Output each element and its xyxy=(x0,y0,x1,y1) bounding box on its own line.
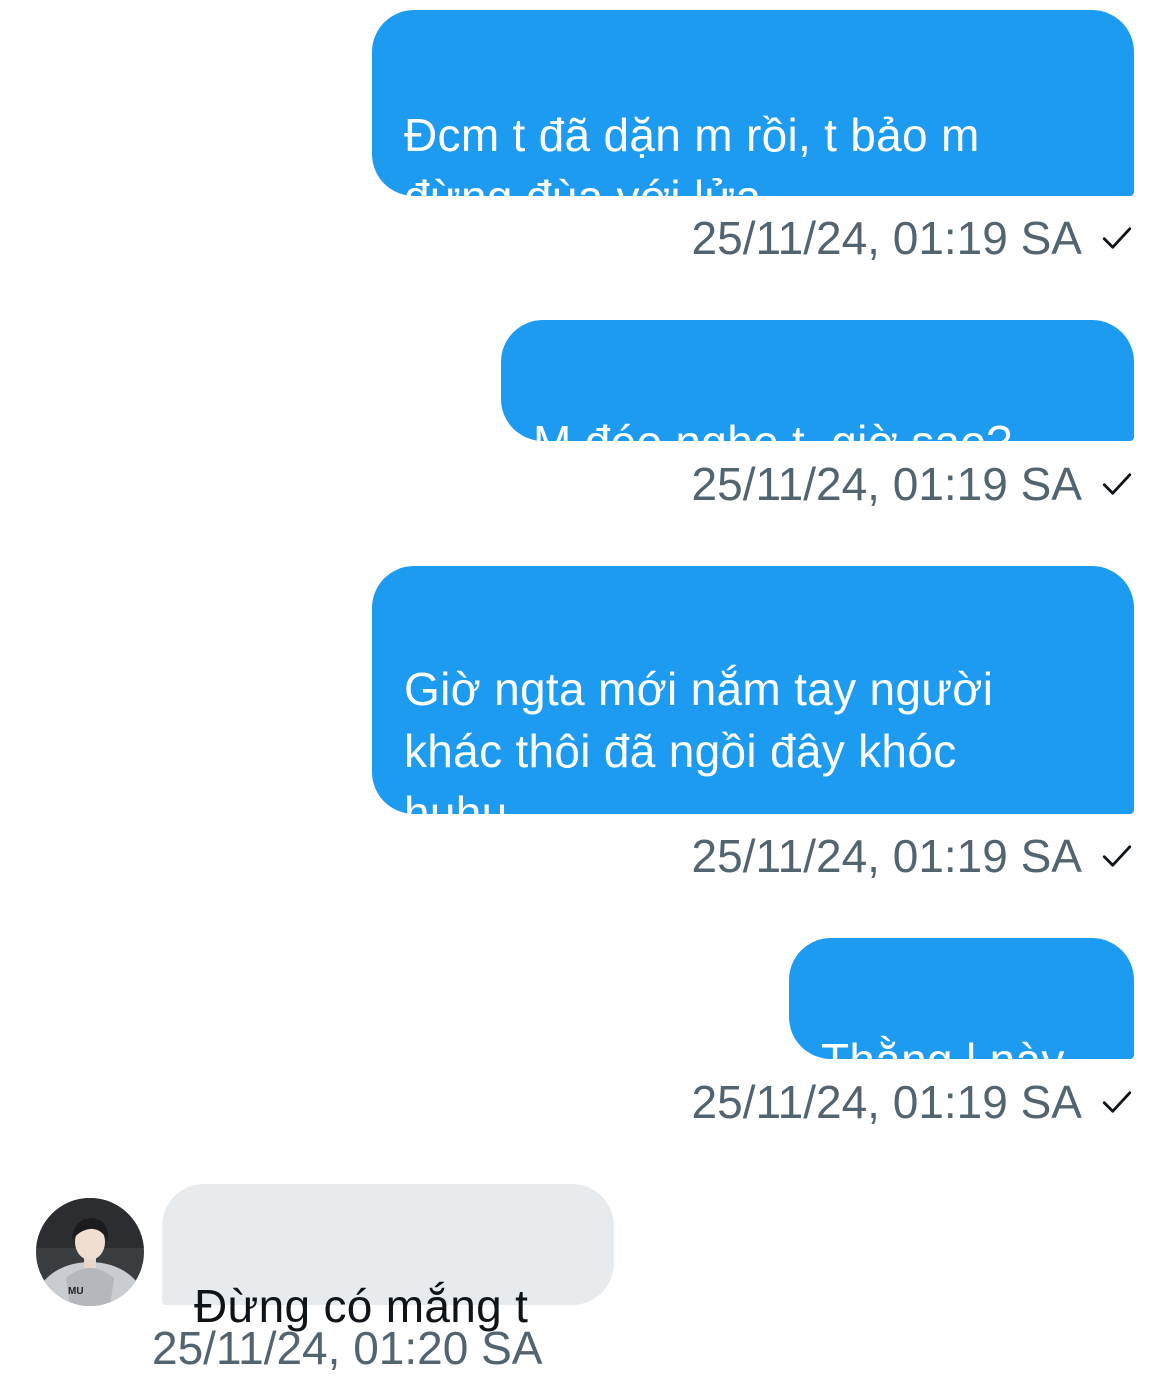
message-bubble-outgoing[interactable]: M đéo nghe t, giờ sao? xyxy=(501,320,1134,468)
timestamp-text: 25/11/24, 01:19 SA xyxy=(691,830,1082,882)
message-text: Đcm t đã dặn m rồi, t bảo m đừng đùa với… xyxy=(404,109,980,223)
message-timestamp: 25/11/24, 01:20 SA xyxy=(152,1322,542,1374)
message-text: Giờ ngta mới nắm tay người khác thôi đã … xyxy=(404,663,994,839)
timestamp-text: 25/11/24, 01:19 SA xyxy=(691,212,1082,264)
message-bubble-outgoing[interactable]: Thằng l này xyxy=(789,938,1134,1086)
timestamp-text: 25/11/24, 01:20 SA xyxy=(152,1322,543,1374)
sent-check-icon xyxy=(1102,845,1132,867)
message-timestamp: 25/11/24, 01:19 SA xyxy=(692,830,1134,882)
message-timestamp: 25/11/24, 01:19 SA xyxy=(692,458,1134,510)
message-bubble-outgoing[interactable]: Đcm t đã dặn m rồi, t bảo m đừng đùa với… xyxy=(372,10,1134,223)
sent-check-icon xyxy=(1102,227,1132,249)
message-bubble-outgoing[interactable]: Giờ ngta mới nắm tay người khác thôi đã … xyxy=(372,566,1134,839)
svg-text:MU: MU xyxy=(68,1286,84,1297)
timestamp-text: 25/11/24, 01:19 SA xyxy=(691,458,1082,510)
avatar-icon: MU xyxy=(36,1198,144,1306)
sent-check-icon xyxy=(1102,1091,1132,1113)
message-timestamp: 25/11/24, 01:19 SA xyxy=(692,212,1134,264)
avatar[interactable]: MU xyxy=(36,1198,144,1306)
sent-check-icon xyxy=(1102,473,1132,495)
message-timestamp: 25/11/24, 01:19 SA xyxy=(692,1076,1134,1128)
timestamp-text: 25/11/24, 01:19 SA xyxy=(691,1076,1082,1128)
message-bubble-incoming[interactable]: Đừng có mắng t xyxy=(162,1184,614,1332)
